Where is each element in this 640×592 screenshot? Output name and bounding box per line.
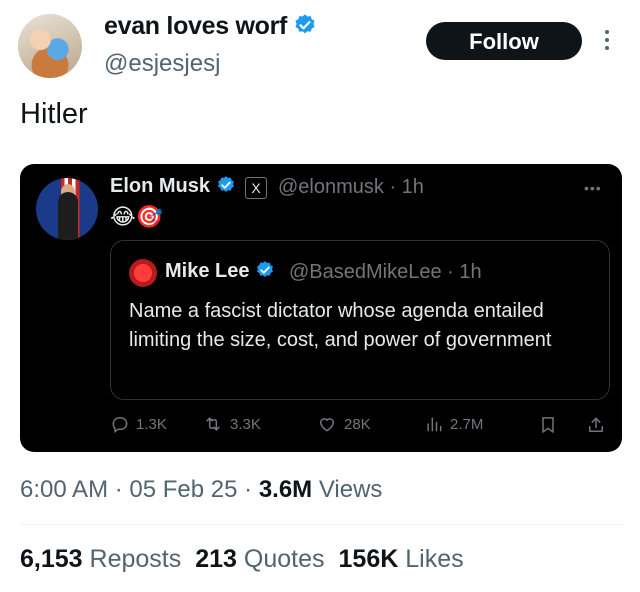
embedded-reply-count: 1.3K bbox=[136, 415, 167, 433]
author-display-name[interactable]: evan loves worf bbox=[104, 12, 317, 44]
embedded-name-text: Elon Musk bbox=[110, 175, 211, 197]
quoted-verified-icon bbox=[255, 260, 275, 286]
embedded-action-bar: 1.3K 3.3K 28K 2.7M bbox=[110, 414, 610, 440]
share-icon bbox=[586, 414, 606, 436]
embedded-views-action: 2.7M bbox=[424, 414, 483, 434]
quoted-post-text: Name a fascist dictator whose agenda ent… bbox=[129, 300, 552, 351]
engagement-stats: 6,153 Reposts 213 Quotes 156K Likes bbox=[20, 545, 464, 574]
embedded-author-avatar bbox=[36, 178, 98, 240]
divider bbox=[20, 524, 622, 525]
quotes-count: 213 bbox=[195, 545, 237, 573]
follow-button[interactable]: Follow bbox=[426, 22, 582, 60]
more-options-icon[interactable] bbox=[600, 26, 614, 60]
post-date[interactable]: 05 Feb 25 bbox=[129, 476, 237, 503]
reposts-stat[interactable]: 6,153 Reposts bbox=[20, 545, 181, 573]
verified-badge-icon bbox=[293, 13, 317, 44]
quotes-stat[interactable]: 213 Quotes bbox=[195, 545, 324, 573]
embedded-emoji-text: 😂🎯 bbox=[110, 204, 164, 229]
views-label: Views bbox=[318, 476, 383, 503]
quoted-handle-time: @BasedMikeLee · 1h bbox=[289, 261, 482, 283]
likes-count: 156K bbox=[338, 545, 399, 573]
embedded-like-action: 28K bbox=[316, 414, 371, 434]
author-name-text: evan loves worf bbox=[104, 12, 288, 40]
quotes-label: Quotes bbox=[243, 545, 325, 573]
repost-icon bbox=[206, 417, 220, 431]
quoted-author-avatar bbox=[129, 259, 157, 287]
likes-stat[interactable]: 156K Likes bbox=[339, 545, 464, 573]
embedded-author-name: Elon Musk bbox=[110, 175, 236, 201]
views-chart-icon bbox=[427, 417, 442, 432]
reposts-label: Reposts bbox=[89, 545, 182, 573]
heart-icon bbox=[319, 418, 335, 432]
embedded-post-image[interactable]: Elon Musk X @elonmusk · 1h ••• 😂🎯 Mike L… bbox=[20, 164, 622, 452]
embedded-like-count: 28K bbox=[344, 415, 371, 433]
quoted-post: Mike Lee @BasedMikeLee · 1h Name a fasci… bbox=[110, 240, 610, 400]
reply-icon bbox=[112, 416, 128, 433]
post-time[interactable]: 6:00 AM bbox=[20, 476, 108, 503]
embedded-more-icon: ••• bbox=[584, 180, 602, 196]
post-meta: 6:00 AM · 05 Feb 25 · 3.6M Views bbox=[20, 476, 383, 503]
likes-label: Likes bbox=[405, 545, 464, 573]
views-count: 3.6M bbox=[258, 476, 313, 503]
embedded-verified-icon bbox=[216, 175, 236, 201]
embedded-handle-time: @elonmusk · 1h bbox=[278, 176, 424, 198]
author-avatar[interactable] bbox=[18, 14, 82, 78]
embedded-views-count: 2.7M bbox=[450, 415, 484, 433]
quoted-name-text: Mike Lee bbox=[165, 260, 250, 282]
bookmark-icon bbox=[538, 414, 558, 436]
reposts-count: 6,153 bbox=[20, 545, 83, 573]
embedded-reply-action: 1.3K bbox=[110, 414, 167, 434]
quoted-author-name: Mike Lee bbox=[165, 260, 275, 286]
embedded-repost-count: 3.3K bbox=[230, 415, 261, 433]
embedded-repost-action: 3.3K bbox=[202, 414, 261, 434]
x-badge-icon: X bbox=[245, 177, 267, 199]
tweet-text: Hitler bbox=[20, 98, 88, 130]
author-handle[interactable]: @esjesjesj bbox=[104, 50, 220, 78]
